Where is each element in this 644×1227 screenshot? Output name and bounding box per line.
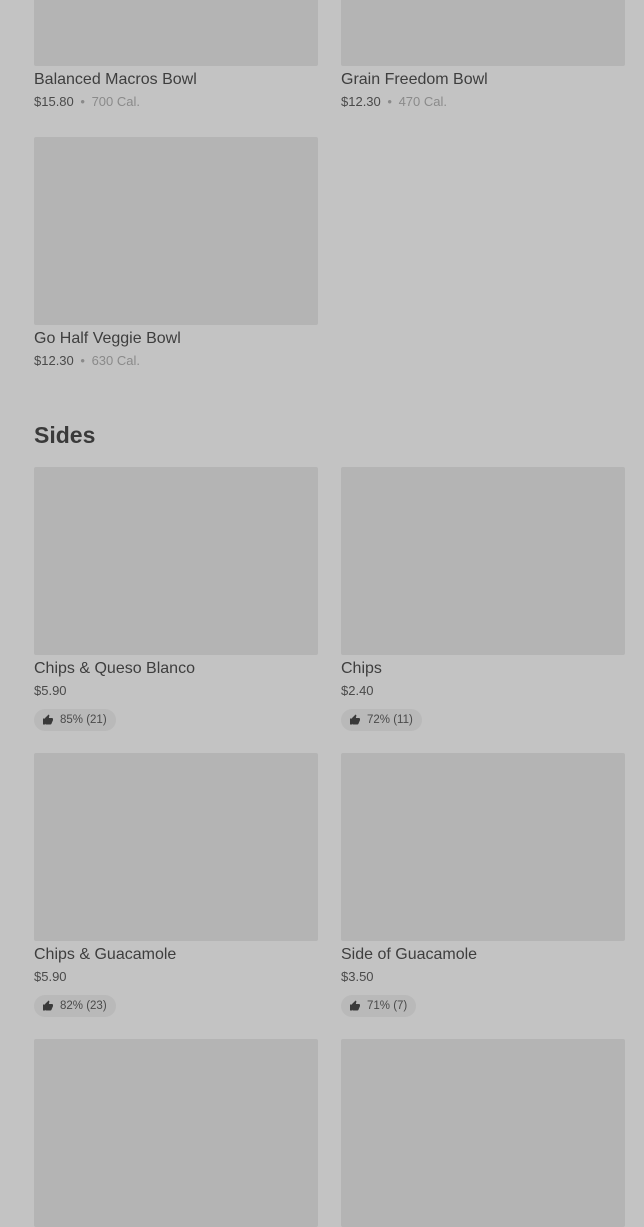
menu-item-card[interactable] [341,1039,625,1227]
item-price: $12.30 [341,94,381,109]
menu-item-card[interactable]: Side of Guacamole $3.50 71% (7) [341,753,625,1017]
item-image[interactable] [34,753,318,941]
item-meta: $12.30 • 470 Cal. [341,95,625,109]
rating-badge: 72% (11) [341,709,422,731]
thumbs-up-icon [43,1000,53,1011]
rating-text: 71% (7) [367,1000,408,1012]
rating-text: 82% (23) [60,1000,107,1012]
item-name: Side of Guacamole [341,946,478,963]
rating-text: 85% (21) [60,714,107,726]
rating-text: 72% (11) [367,714,413,726]
item-name: Chips [341,660,382,677]
item-image[interactable] [341,1039,625,1227]
separator-dot: • [80,353,85,368]
item-price: $3.50 [341,969,374,984]
rating-badge: 71% (7) [341,995,417,1017]
menu-item-card[interactable]: Balanced Macros Bowl $15.80 • 700 Cal. [34,0,318,109]
menu-item-card[interactable]: Chips $2.40 72% (11) [341,467,625,731]
item-price: $15.80 [34,94,74,109]
item-meta: $12.30 • 630 Cal. [34,354,318,368]
item-image[interactable] [34,0,318,66]
menu-item-card[interactable] [34,1039,318,1227]
menu-item-card[interactable]: Chips & Queso Blanco $5.90 85% (21) [34,467,318,731]
item-calories: 470 Cal. [398,94,447,109]
thumbs-up-icon [350,714,360,725]
menu-item-card[interactable]: Chips & Guacamole $5.90 82% (23) [34,753,318,1017]
item-calories: 630 Cal. [91,353,140,368]
item-name: Go Half Veggie Bowl [34,330,181,347]
item-name: Balanced Macros Bowl [34,71,197,88]
menu-item-card[interactable]: Go Half Veggie Bowl $12.30 • 630 Cal. [34,137,318,368]
item-image[interactable] [34,467,318,655]
section-title-sides: Sides [34,422,96,448]
thumbs-up-icon [350,1000,360,1011]
item-name: Chips & Guacamole [34,946,177,963]
rating-badge: 82% (23) [34,995,116,1017]
item-name: Grain Freedom Bowl [341,71,488,88]
menu-item-card[interactable]: Grain Freedom Bowl $12.30 • 470 Cal. [341,0,625,109]
separator-dot: • [80,94,85,109]
item-meta: $15.80 • 700 Cal. [34,95,318,109]
item-image[interactable] [341,467,625,655]
item-price: $5.90 [34,969,67,984]
item-price: $12.30 [34,353,74,368]
rating-badge: 85% (21) [34,709,116,731]
item-calories: 700 Cal. [91,94,140,109]
item-image[interactable] [341,0,625,66]
item-price: $5.90 [34,683,67,698]
item-image[interactable] [34,1039,318,1227]
separator-dot: • [387,94,392,109]
item-image[interactable] [34,137,318,325]
item-name: Chips & Queso Blanco [34,660,195,677]
item-image[interactable] [341,753,625,941]
item-price: $2.40 [341,683,374,698]
thumbs-up-icon [43,714,53,725]
